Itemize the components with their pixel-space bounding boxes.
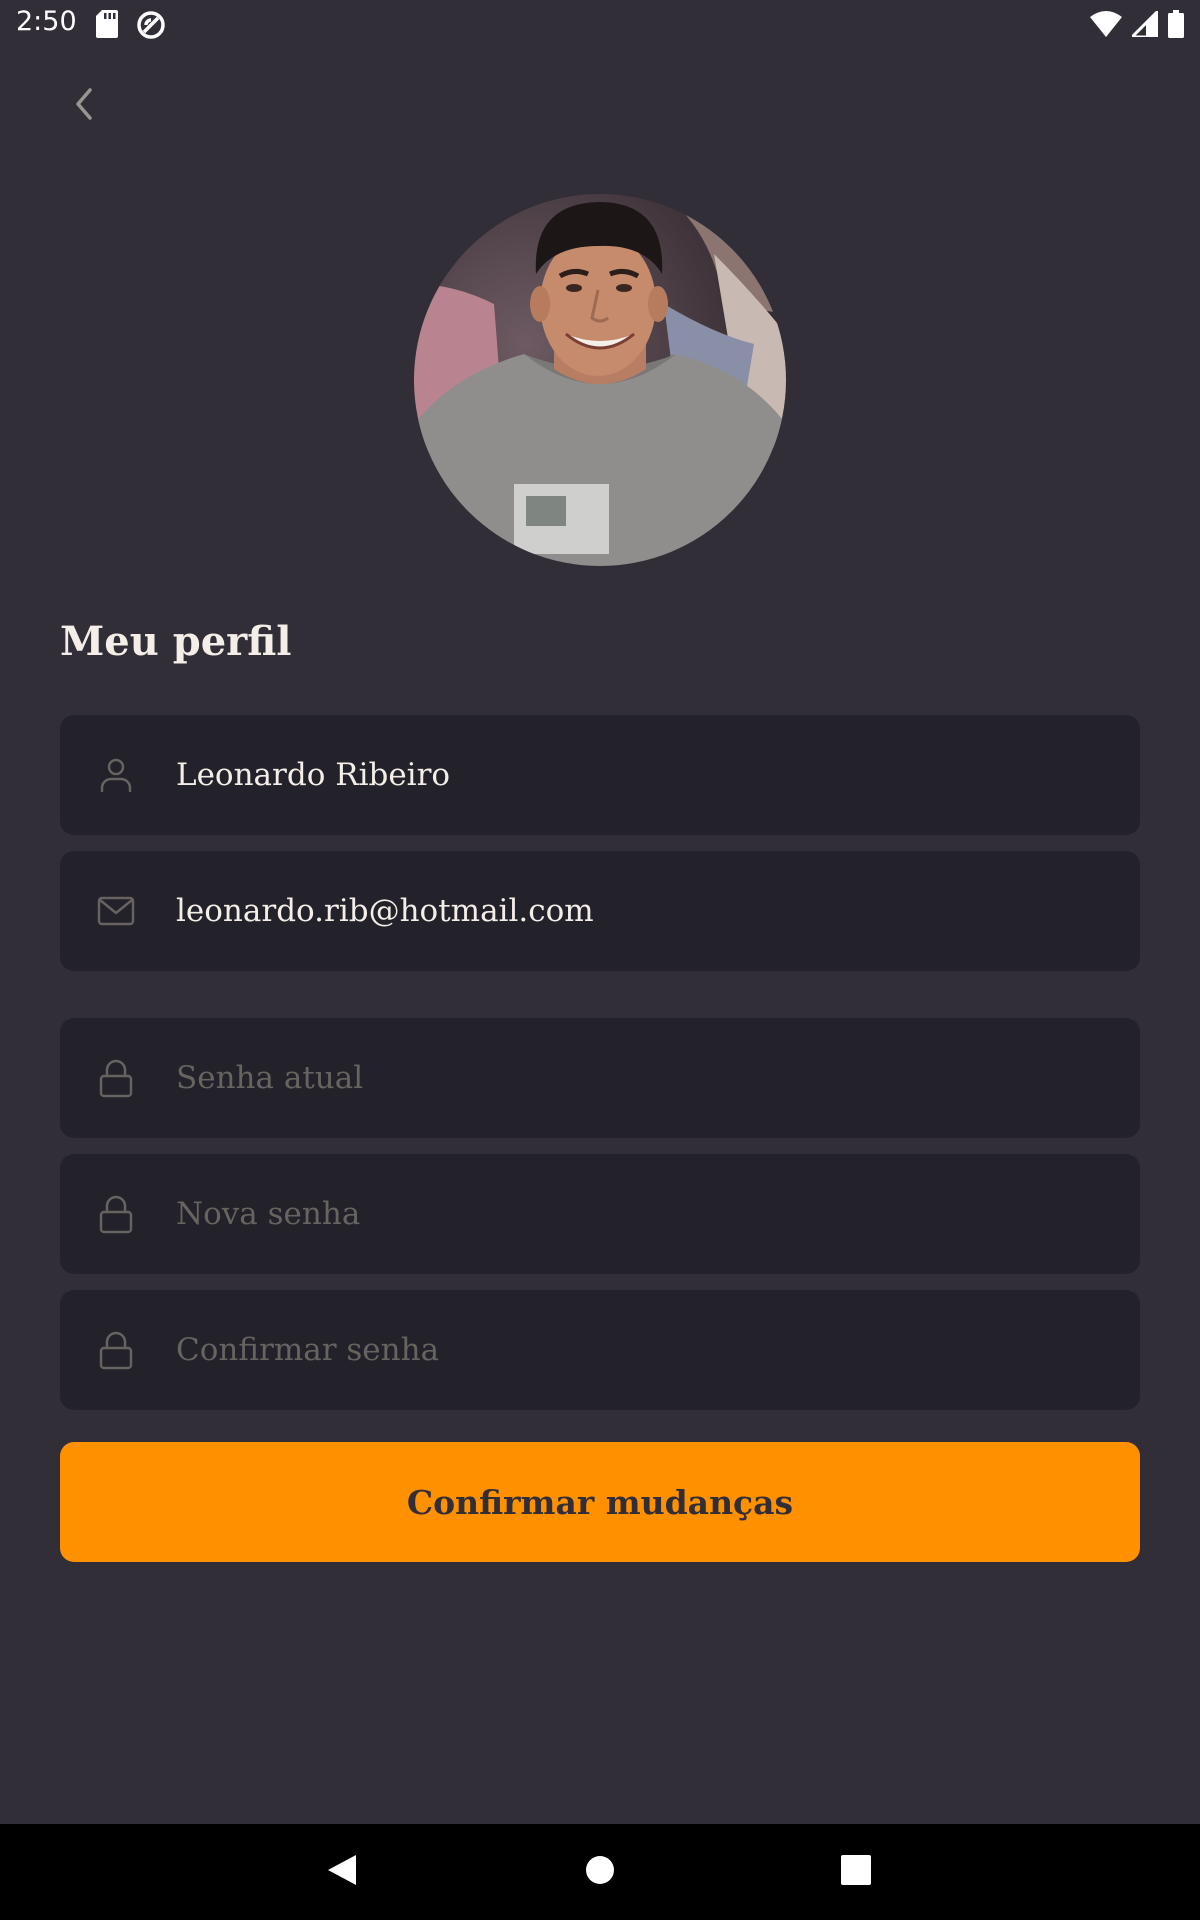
nav-back-button[interactable]	[314, 1844, 370, 1900]
lock-icon	[96, 1194, 136, 1234]
wifi-icon	[1090, 11, 1122, 41]
name-value: Leonardo Ribeiro	[176, 757, 451, 793]
current-password-placeholder: Senha atual	[176, 1060, 364, 1096]
lock-icon	[96, 1058, 136, 1098]
cell-signal-icon	[1128, 7, 1160, 41]
new-password-field[interactable]: Nova senha	[60, 1154, 1140, 1274]
new-password-placeholder: Nova senha	[176, 1196, 361, 1232]
lock-icon	[96, 1330, 136, 1370]
nav-recents-icon	[841, 1855, 871, 1889]
user-icon	[96, 755, 136, 795]
avatar[interactable]	[414, 194, 786, 566]
sd-card-icon	[96, 10, 118, 44]
status-time: 2:50	[16, 6, 77, 37]
nav-recents-button[interactable]	[828, 1844, 884, 1900]
nav-home-button[interactable]	[572, 1844, 628, 1900]
avatar-photo	[414, 194, 786, 566]
battery-icon	[1168, 10, 1184, 42]
mail-icon	[96, 891, 136, 931]
status-left-icons	[96, 10, 166, 44]
chevron-left-icon	[72, 86, 96, 126]
email-value: leonardo.rib@hotmail.com	[176, 893, 594, 929]
status-right-icons	[1090, 7, 1184, 42]
nav-home-icon	[585, 1855, 615, 1889]
status-bar: 2:50	[0, 0, 1200, 48]
confirm-password-placeholder: Confirmar senha	[176, 1332, 440, 1368]
current-password-field[interactable]: Senha atual	[60, 1018, 1140, 1138]
back-button[interactable]	[56, 78, 112, 134]
confirm-password-field[interactable]: Confirmar senha	[60, 1290, 1140, 1410]
confirm-changes-button[interactable]: Confirmar mudanças	[60, 1442, 1140, 1562]
navigation-bar	[0, 1824, 1200, 1920]
page-title: Meu perfil	[60, 618, 292, 665]
name-field[interactable]: Leonardo Ribeiro	[60, 715, 1140, 835]
confirm-changes-label: Confirmar mudanças	[406, 1482, 794, 1522]
email-field[interactable]: leonardo.rib@hotmail.com	[60, 851, 1140, 971]
nav-back-icon	[326, 1853, 358, 1891]
data-saver-icon	[136, 10, 166, 44]
